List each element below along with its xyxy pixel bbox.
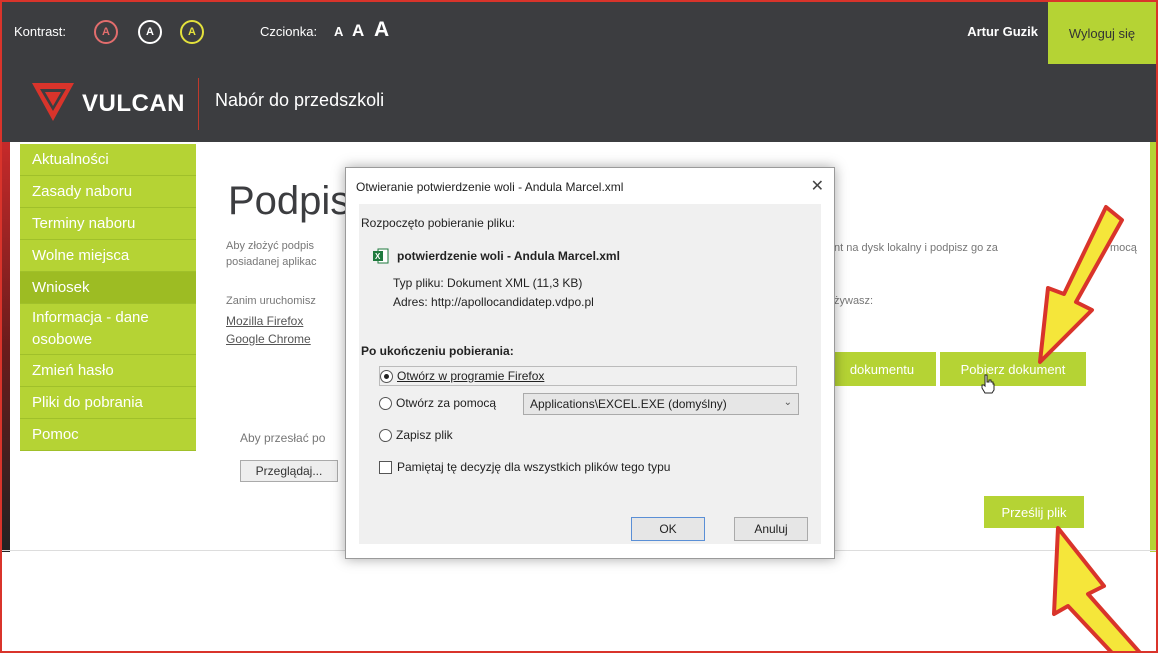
contrast-high-button[interactable]: A xyxy=(138,20,162,44)
option-save-file[interactable]: Zapisz plik xyxy=(379,428,453,443)
contrast-label: Kontrast: xyxy=(14,24,67,39)
browser-note-right: żywasz: xyxy=(834,295,874,307)
open-with-select[interactable]: Applications\EXCEL.EXE (domyślny) ⌄ xyxy=(523,393,799,415)
sidebar-item-wolne-miejsca[interactable]: Wolne miejsca xyxy=(20,240,196,272)
excel-file-icon: X xyxy=(373,248,389,264)
radio-icon xyxy=(379,429,392,443)
sidebar-item-informacja[interactable]: Informacja - dane osobowe xyxy=(20,304,196,355)
option-save-label: Zapisz plik xyxy=(396,428,453,442)
remember-checkbox[interactable]: Pamiętaj tę decyzję dla wszystkich plikó… xyxy=(379,460,671,475)
radio-icon xyxy=(379,397,392,411)
radio-selected-icon xyxy=(380,370,393,384)
instruction-text-1: Aby złożyć podpis xyxy=(226,240,315,252)
app-title: Nabór do przedszkoli xyxy=(215,90,385,110)
sidebar-item-aktualnosci[interactable]: Aktualności xyxy=(20,144,196,176)
svg-text:X: X xyxy=(375,252,381,261)
ok-button[interactable]: OK xyxy=(631,517,705,541)
annotation-arrow-icon xyxy=(1052,526,1142,651)
vulcan-logo-icon xyxy=(32,83,74,121)
download-dialog: Otwieranie potwierdzenie woli - Andula M… xyxy=(345,167,835,559)
logout-button[interactable]: Wyloguj się xyxy=(1048,2,1156,64)
contrast-default-button[interactable]: A xyxy=(94,20,118,44)
sidebar-item-wniosek[interactable]: Wniosek xyxy=(20,272,196,304)
user-name[interactable]: Artur Guzik xyxy=(967,24,1038,39)
file-address: Adres: http://apollocandidatep.vdpo.pl xyxy=(393,295,594,309)
sidebar-item-pomoc[interactable]: Pomoc xyxy=(20,419,196,451)
checkbox-icon xyxy=(379,461,392,475)
option-open-label: Otwórz w programie Firefox xyxy=(397,369,545,383)
font-size-label: Czcionka: xyxy=(260,24,318,39)
chrome-link[interactable]: Google Chrome xyxy=(226,332,311,346)
remember-label: Pamiętaj tę decyzję dla wszystkich plikó… xyxy=(397,460,671,474)
file-type: Typ pliku: Dokument XML (11,3 KB) xyxy=(393,276,583,290)
right-decoration xyxy=(1150,142,1156,552)
contrast-yellow-button[interactable]: A xyxy=(180,20,204,44)
option-open-with[interactable]: Otwórz za pomocą xyxy=(379,396,497,411)
option-open-firefox[interactable]: Otwórz w programie Firefox xyxy=(379,366,797,386)
view-document-button[interactable]: dokumentu xyxy=(828,352,936,386)
cancel-button[interactable]: Anuluj xyxy=(734,517,808,541)
instruction-text-right: nt na dysk lokalny i podpisz go za xyxy=(834,242,998,254)
download-started-label: Rozpoczęto pobieranie pliku: xyxy=(361,216,516,230)
top-bar: Kontrast: A A A Czcionka: A A A Artur Gu… xyxy=(2,2,1156,64)
annotation-arrow-icon xyxy=(1038,205,1124,364)
page-root: Kontrast: A A A Czcionka: A A A Artur Gu… xyxy=(0,0,1158,653)
browse-button[interactable]: Przeglądaj... xyxy=(240,460,338,482)
header-divider xyxy=(198,78,199,130)
instruction-text-2: posiadanej aplikac xyxy=(226,256,317,268)
upload-text: Aby przesłać po xyxy=(240,431,326,445)
font-medium-button[interactable]: A xyxy=(352,21,364,41)
sidebar-item-zmien-haslo[interactable]: Zmień hasło xyxy=(20,355,196,387)
hand-cursor-icon xyxy=(981,374,995,394)
page-title: Podpis xyxy=(228,179,351,223)
firefox-link[interactable]: Mozilla Firefox xyxy=(226,314,303,328)
chevron-down-icon: ⌄ xyxy=(783,397,792,408)
sidebar: Aktualności Zasady naboru Terminy naboru… xyxy=(20,144,196,451)
option-open-with-label: Otwórz za pomocą xyxy=(396,396,497,410)
sidebar-item-pliki[interactable]: Pliki do pobrania xyxy=(20,387,196,419)
sidebar-item-zasady-naboru[interactable]: Zasady naboru xyxy=(20,176,196,208)
after-download-label: Po ukończeniu pobierania: xyxy=(361,344,514,358)
dialog-title: Otwieranie potwierdzenie woli - Andula M… xyxy=(356,180,624,194)
header: VULCAN Nabór do przedszkoli xyxy=(2,64,1156,142)
logo-text: VULCAN xyxy=(82,90,185,117)
sidebar-item-terminy-naboru[interactable]: Terminy naboru xyxy=(20,208,196,240)
browser-note: Zanim uruchomisz xyxy=(226,295,316,307)
font-large-button[interactable]: A xyxy=(374,18,389,42)
close-icon[interactable]: ✕ xyxy=(811,176,824,196)
dialog-body: Rozpoczęto pobieranie pliku: X potwierdz… xyxy=(359,204,821,544)
file-name: potwierdzenie woli - Andula Marcel.xml xyxy=(397,249,620,263)
font-small-button[interactable]: A xyxy=(334,24,343,39)
open-with-value: Applications\EXCEL.EXE (domyślny) xyxy=(530,397,727,411)
left-decoration xyxy=(2,142,10,552)
